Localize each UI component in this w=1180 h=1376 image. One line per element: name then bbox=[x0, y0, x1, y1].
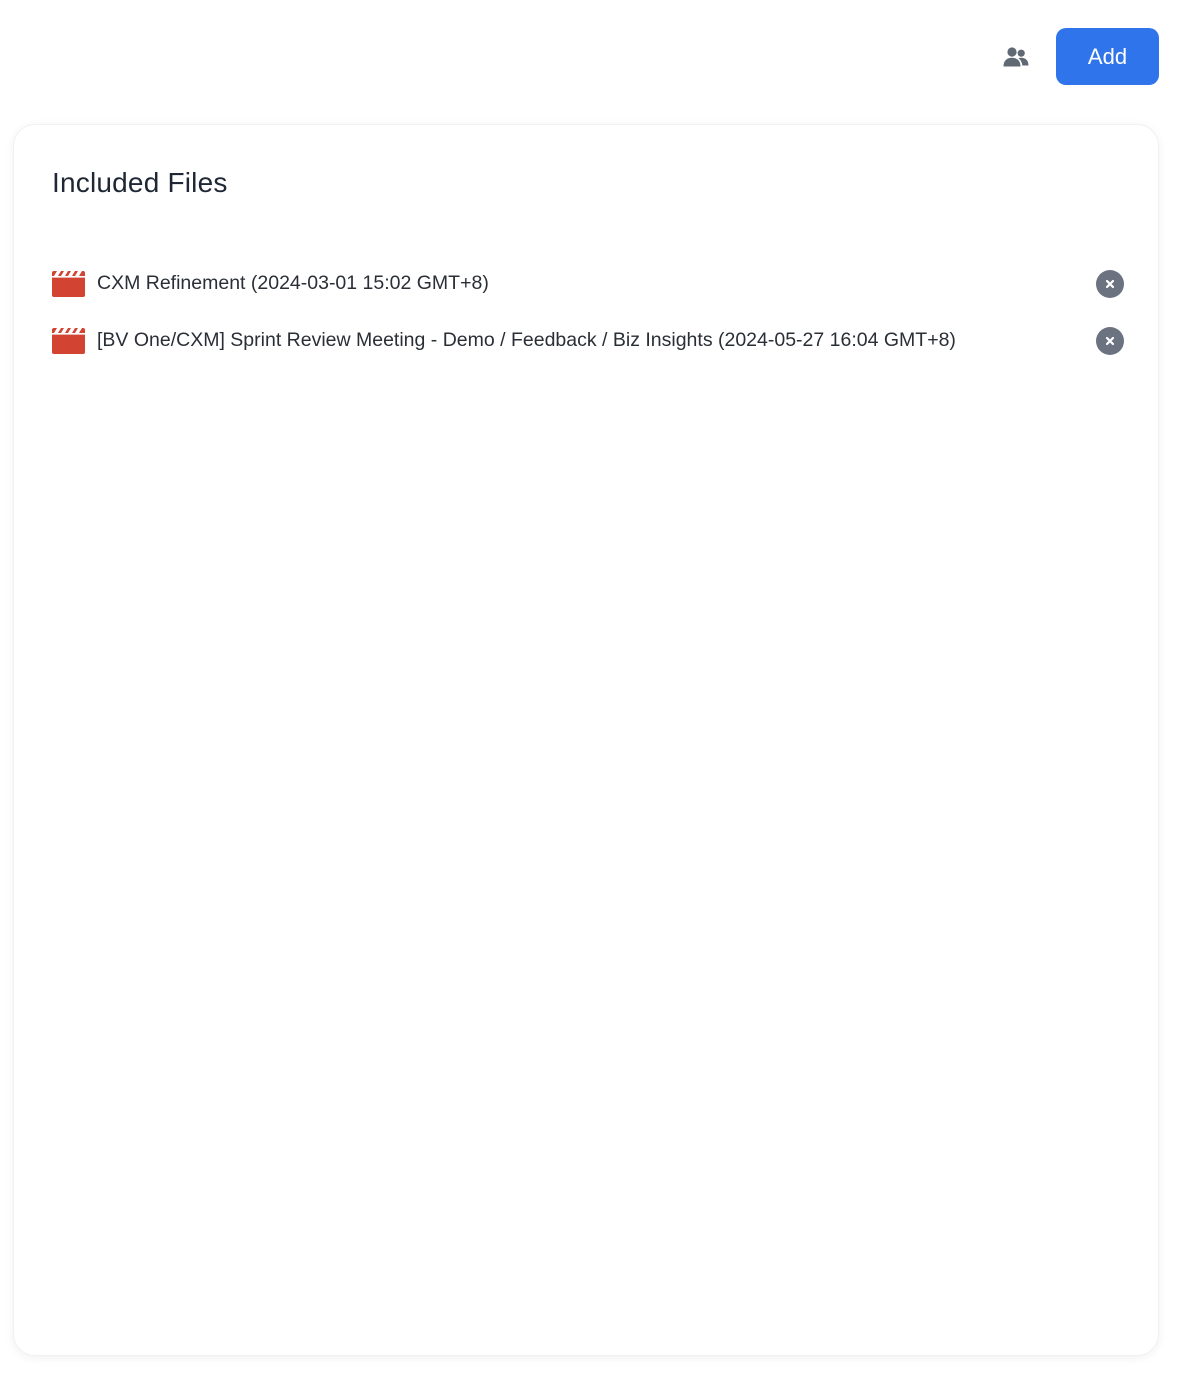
file-name: [BV One/CXM] Sprint Review Meeting - Dem… bbox=[97, 329, 956, 351]
included-files-panel: Included Files CXM Refinement (2024-03-0… bbox=[13, 124, 1159, 1356]
movie-clapperboard-icon bbox=[52, 270, 85, 297]
close-icon bbox=[1105, 336, 1115, 345]
add-button[interactable]: Add bbox=[1056, 28, 1159, 85]
remove-file-button[interactable] bbox=[1096, 269, 1124, 298]
close-icon bbox=[1105, 279, 1115, 288]
movie-clapperboard-icon bbox=[52, 327, 85, 354]
people-icon bbox=[1003, 46, 1029, 68]
toolbar: Add bbox=[996, 28, 1159, 85]
file-item: [BV One/CXM] Sprint Review Meeting - Dem… bbox=[52, 312, 1124, 369]
file-name: CXM Refinement (2024-03-01 15:02 GMT+8) bbox=[97, 272, 489, 294]
file-item: CXM Refinement (2024-03-01 15:02 GMT+8) bbox=[52, 255, 1124, 312]
page: Add Included Files CXM Refinement (2024-… bbox=[0, 0, 1180, 1376]
share-people-button[interactable] bbox=[996, 37, 1036, 77]
file-list: CXM Refinement (2024-03-01 15:02 GMT+8) bbox=[52, 255, 1124, 369]
remove-file-button[interactable] bbox=[1096, 326, 1124, 355]
panel-title: Included Files bbox=[52, 167, 228, 198]
